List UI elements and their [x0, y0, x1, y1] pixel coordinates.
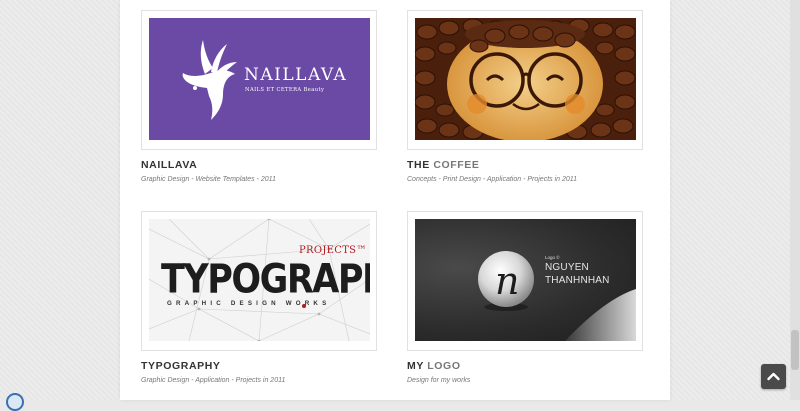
card-title-accent[interactable]: COFFEE [433, 159, 479, 171]
logo-name-line1: NGUYEN [545, 262, 589, 273]
card-title[interactable]: TYPOGRAPHY [141, 360, 221, 372]
card-title-text[interactable]: MY [407, 360, 427, 372]
coffee-face-illustration [415, 18, 636, 140]
card-title[interactable]: NAILLAVA [141, 159, 197, 171]
circle-icon[interactable] [6, 393, 24, 411]
typography-subline: GRAPHIC DESIGN WORKS [167, 300, 331, 307]
hand-icon [182, 40, 237, 120]
thumbnail-frame[interactable] [407, 10, 643, 150]
typography-headline: TYPOGRAPHY [161, 257, 370, 303]
scrollbar-thumb[interactable] [791, 330, 799, 370]
chevron-up-icon [767, 372, 780, 381]
card-title-accent[interactable]: LOGO [427, 360, 460, 372]
thumbnail-frame[interactable]: NAILLAVA NAILS ET CETERA Beauty [141, 10, 377, 150]
thumbnail-frame[interactable]: n Logo © NGUYEN THANHNHAN [407, 211, 643, 351]
typography-thumbnail[interactable]: PROJECTS™ TYPOGRAPHY GRAPHIC DESIGN WORK… [149, 219, 370, 341]
card-meta: Graphic Design - Application - Projects … [141, 377, 286, 384]
card-title-text[interactable]: NAILLAVA [141, 159, 197, 171]
my-logo-thumbnail[interactable]: n Logo © NGUYEN THANHNHAN [415, 219, 636, 341]
logo-name-line2: THANHNHAN [545, 275, 610, 286]
thumbnail-frame[interactable]: PROJECTS™ TYPOGRAPHY GRAPHIC DESIGN WORK… [141, 211, 377, 351]
coffee-thumbnail[interactable] [415, 18, 636, 140]
svg-text:n: n [495, 259, 519, 303]
portfolio-content: NAILLAVA NAILS ET CETERA Beauty NAILLAVA… [120, 0, 670, 400]
card-title-text[interactable]: THE [407, 159, 433, 171]
naillava-logo-tagline: NAILS ET CETERA Beauty [245, 87, 325, 93]
projects-label: PROJECTS™ [299, 245, 367, 256]
naillava-logo-text: NAILLAVA [244, 65, 348, 85]
naillava-thumbnail[interactable]: NAILLAVA NAILS ET CETERA Beauty [149, 18, 370, 140]
scroll-to-top-button[interactable] [761, 364, 786, 389]
card-title-text[interactable]: TYPOGRAPHY [141, 360, 221, 372]
card-meta: Concepts - Print Design - Application - … [407, 176, 578, 183]
card-meta: Design for my works [407, 377, 471, 384]
logo-caption: Logo © [545, 255, 560, 260]
card-title[interactable]: THE COFFEE [407, 159, 480, 171]
card-meta: Graphic Design - Website Templates - 201… [141, 176, 276, 183]
card-title[interactable]: MY LOGO [407, 360, 461, 372]
